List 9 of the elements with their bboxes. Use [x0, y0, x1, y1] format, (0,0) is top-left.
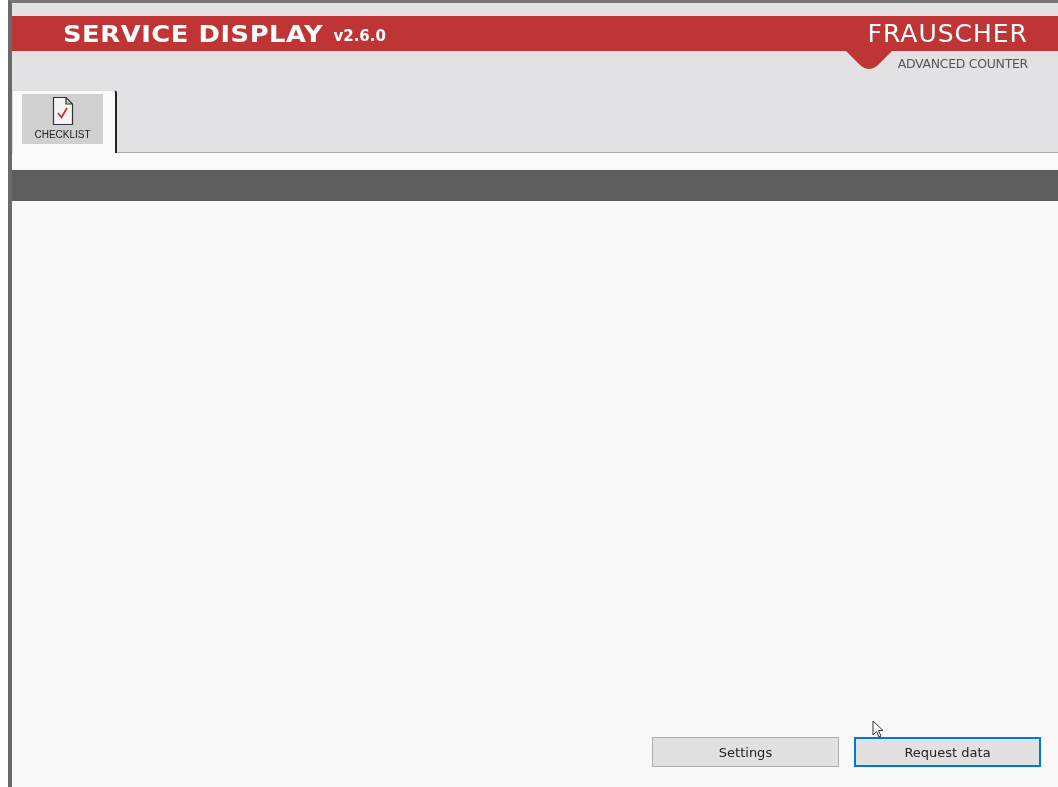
cursor-icon [872, 720, 884, 738]
settings-button[interactable]: Settings [652, 737, 839, 767]
checklist-document-icon [51, 96, 74, 126]
checklist-tab[interactable]: CHECKLIST [22, 94, 103, 144]
brand-logo-text: FRAUSCHER [867, 19, 1028, 48]
app-title: SERVICE DISPLAY [63, 20, 324, 47]
brand-tagline: ADVANCED COUNTER [897, 56, 1028, 71]
version-label: v2.6.0 [333, 26, 386, 45]
request-data-button[interactable]: Request data [854, 737, 1041, 767]
